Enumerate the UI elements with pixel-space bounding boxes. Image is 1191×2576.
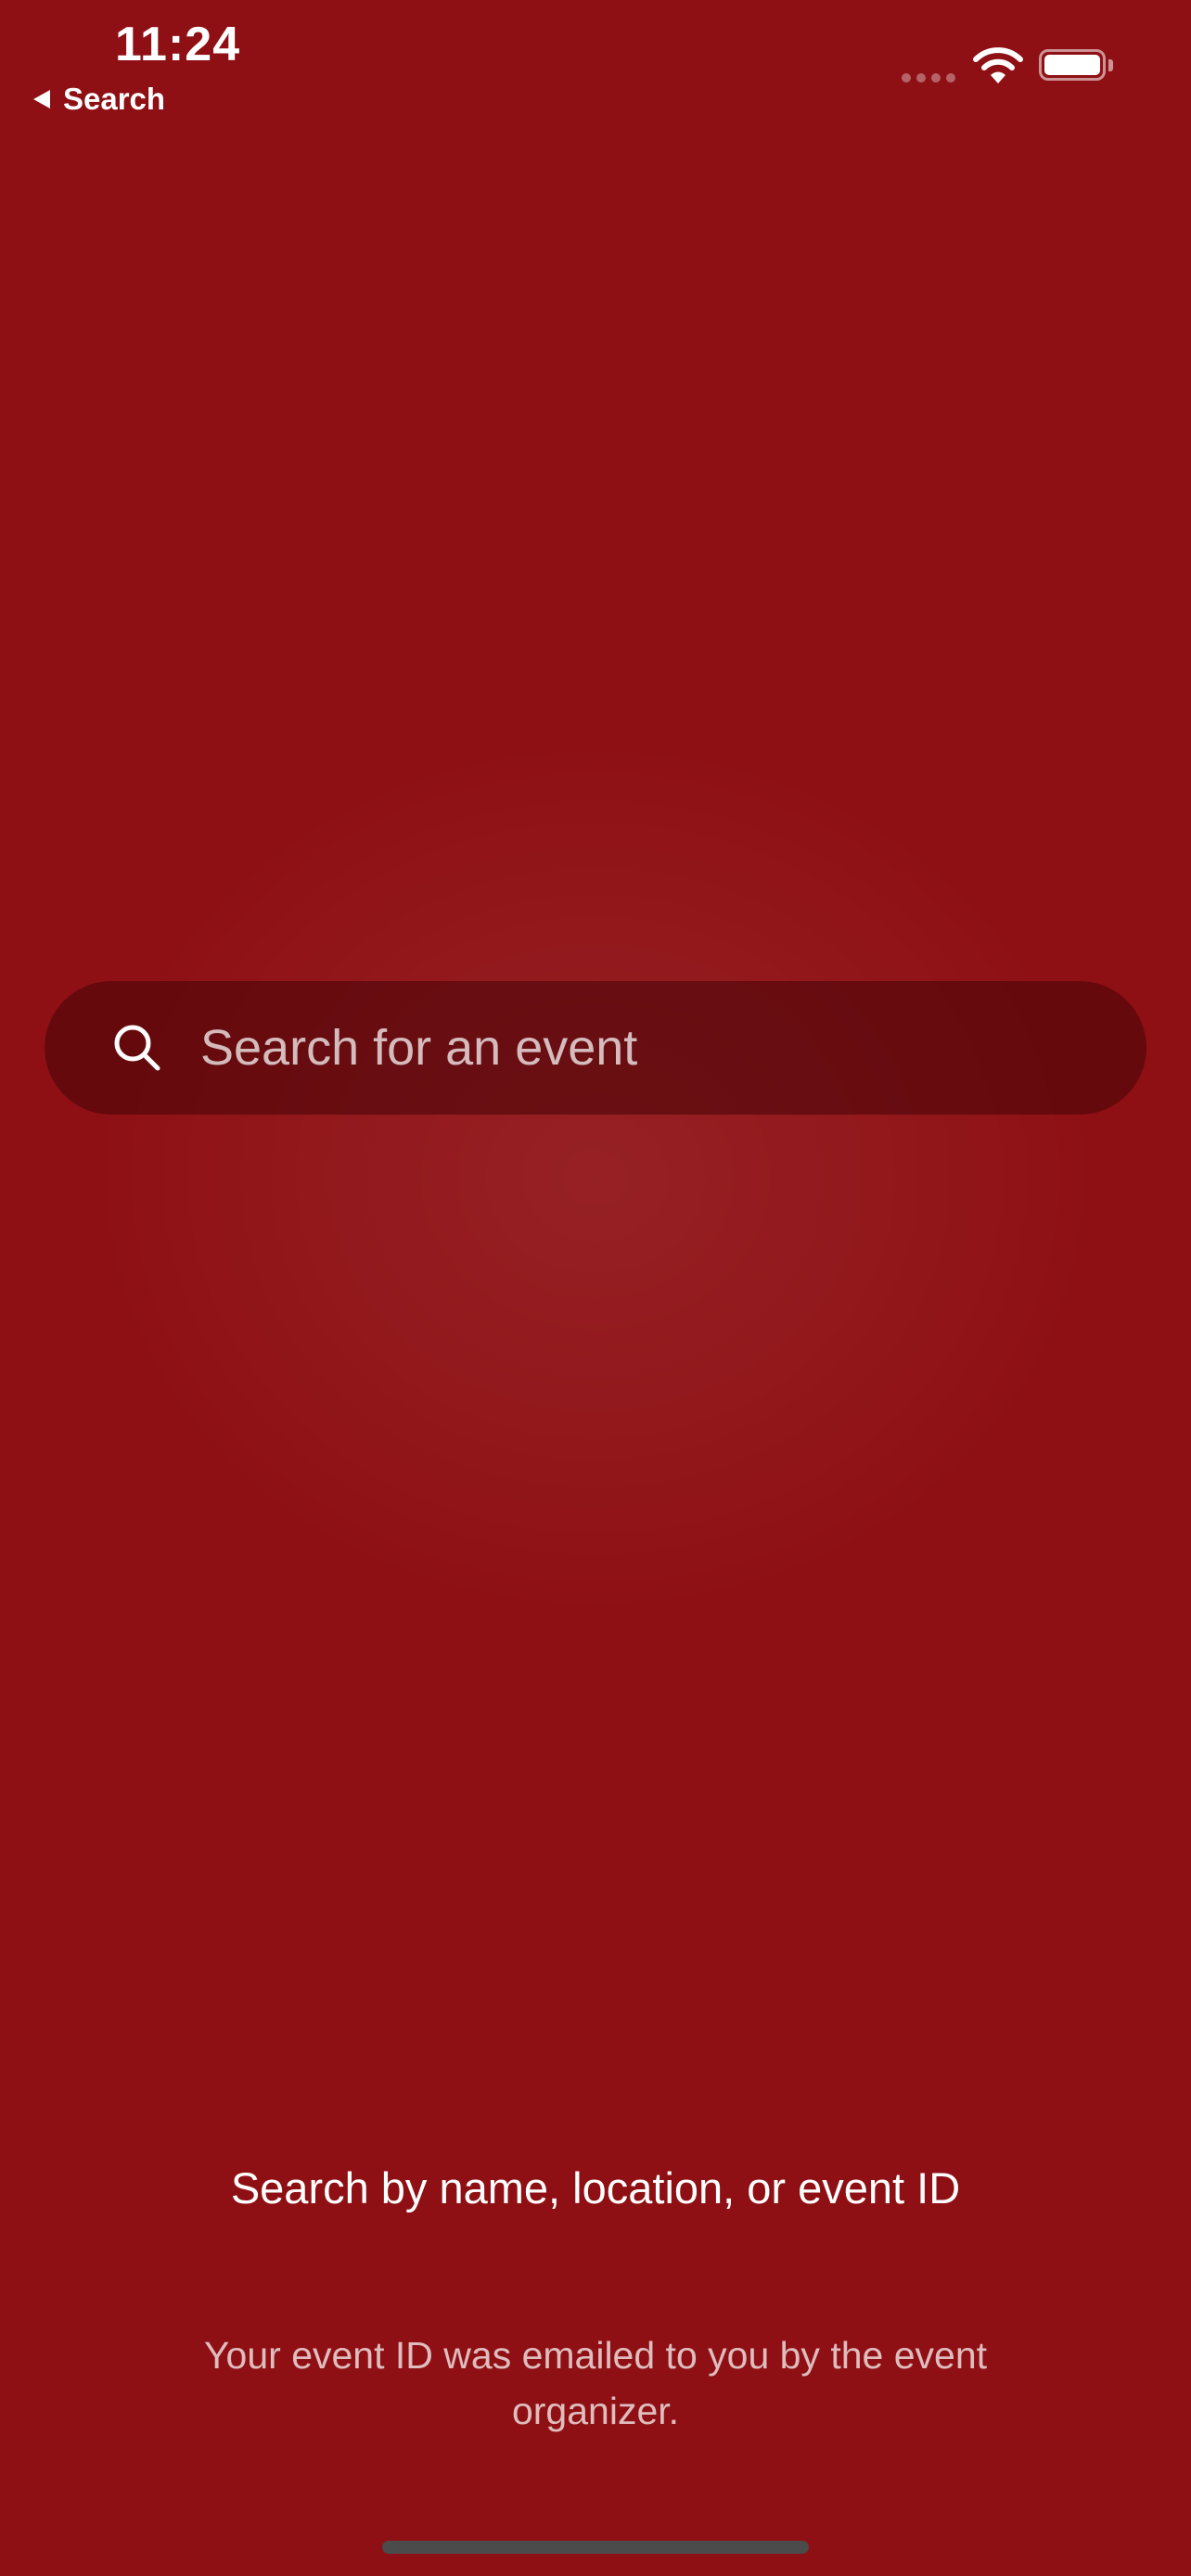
battery-icon xyxy=(1039,49,1106,81)
back-to-search-link[interactable]: Search xyxy=(33,82,165,117)
search-hint-title: Search by name, location, or event ID xyxy=(230,2163,961,2213)
battery-tip xyxy=(1108,59,1113,71)
home-indicator[interactable] xyxy=(382,2541,809,2554)
wifi-icon xyxy=(973,47,1023,83)
event-search-bar[interactable] xyxy=(45,981,1146,1115)
cellular-signal-icon xyxy=(902,73,955,83)
status-time: 11:24 xyxy=(115,18,241,71)
search-icon xyxy=(114,1025,160,1071)
search-hint-body: Your event ID was emailed to you by the … xyxy=(203,2334,988,2432)
background-glow xyxy=(85,733,1106,1623)
back-link-label: Search xyxy=(63,82,166,116)
battery-level xyxy=(1044,55,1100,75)
event-search-input[interactable] xyxy=(200,1001,1146,1094)
back-arrow-icon xyxy=(33,90,50,108)
